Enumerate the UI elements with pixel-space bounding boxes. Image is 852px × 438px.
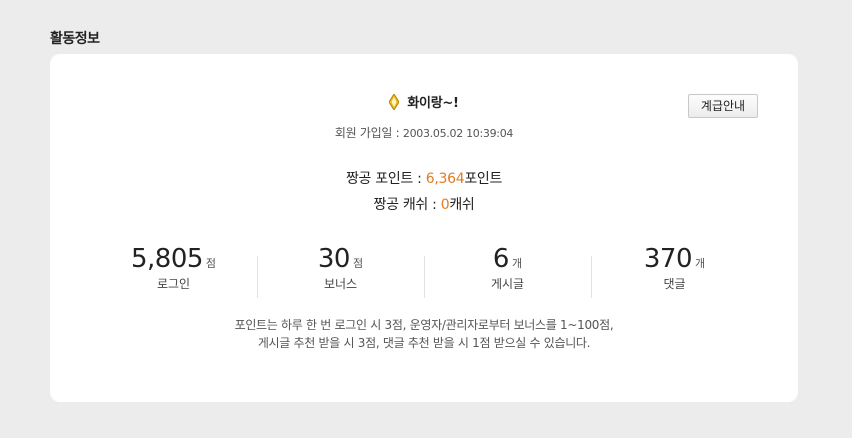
cash-unit: 캐쉬 [449, 197, 475, 213]
section-title: 활동정보 [50, 31, 100, 47]
stat-login-label: 로그인 [156, 277, 191, 291]
stat-comments-unit: 개 [695, 257, 706, 270]
stat-login: 5,805 점 로그인 [90, 244, 257, 300]
stat-comments-label: 댓글 [663, 277, 686, 291]
stat-posts-unit: 개 [511, 257, 523, 270]
point-label: 짱공 포인트 : [345, 171, 426, 187]
stat-login-unit: 점 [205, 257, 217, 270]
stat-bonus-label: 보너스 [323, 277, 358, 291]
point-notice: 포인트는 하루 한 번 로그인 시 3점, 운영자/관리자로부터 보너스를 1~… [50, 316, 798, 352]
activity-info-card: 계급안내 화이랑~! 회원 가입일 : 2003.05.02 10:39:04 … [50, 54, 798, 402]
point-notice-line: 포인트는 하루 한 번 로그인 시 3점, 운영자/관리자로부터 보너스를 1~… [234, 318, 614, 332]
nickname: 화이랑~! [407, 96, 459, 111]
stat-bonus: 30 점 보너스 [257, 244, 424, 300]
cash-label: 짱공 캐쉬 : [373, 197, 441, 213]
profile-name-row: 화이랑~! [50, 92, 798, 111]
point-notice-line: 게시글 추천 받을 시 3점, 댓글 추천 받을 시 1점 받으실 수 있습니다… [257, 336, 591, 350]
stat-posts-label: 게시글 [490, 277, 525, 291]
stat-posts-value: 6 [492, 244, 510, 274]
cash-row: 짱공 캐쉬 : 0캐쉬 [50, 194, 798, 214]
join-date-row: 회원 가입일 : 2003.05.02 10:39:04 [50, 124, 798, 141]
stat-bonus-unit: 점 [352, 257, 364, 270]
point-value: 6,364 [425, 171, 465, 187]
stat-posts: 6개 게시글 [424, 244, 591, 300]
yellow-diamond-icon [389, 94, 400, 110]
stat-bonus-value: 30 [317, 244, 351, 274]
stats-row: 5,805 점 로그인 30 점 보너스 6개 게시글 370 개 댓글 [90, 244, 758, 300]
point-unit: 포인트 [464, 171, 503, 187]
stat-comments: 370 개 댓글 [591, 244, 758, 300]
join-date-value: 2003.05.02 10:39:04 [402, 127, 514, 140]
stat-comments-value: 370 [643, 244, 693, 274]
point-row: 짱공 포인트 : 6,364포인트 [50, 168, 798, 188]
stat-login-value: 5,805 [130, 244, 203, 274]
join-date-label: 회원 가입일 : [334, 126, 403, 140]
